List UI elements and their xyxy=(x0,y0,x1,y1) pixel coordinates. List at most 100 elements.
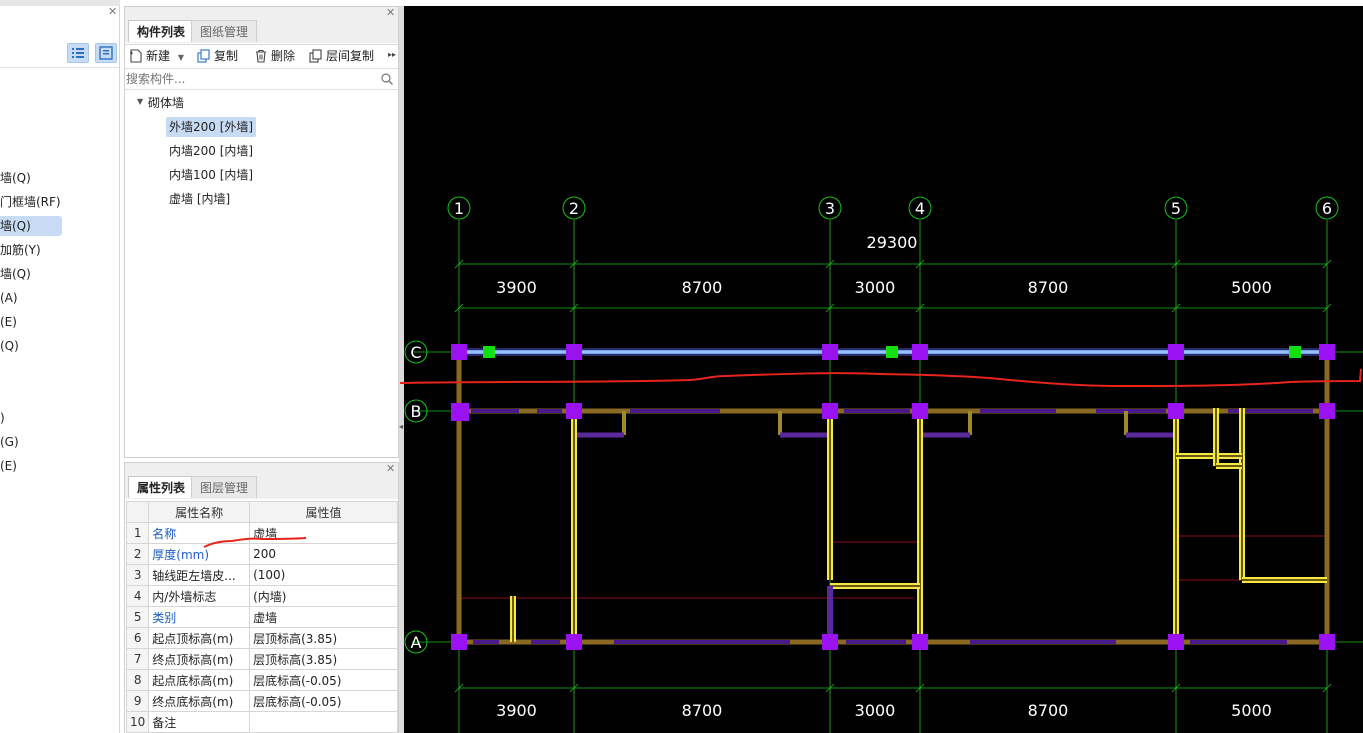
structural-column[interactable] xyxy=(1319,634,1335,650)
property-value-cell[interactable]: (100) xyxy=(249,564,398,586)
exterior-wall-6[interactable] xyxy=(1324,352,1330,642)
structural-column[interactable] xyxy=(451,634,467,650)
property-row[interactable]: 1 名称 虚墙 xyxy=(125,522,398,544)
bay-wall[interactable] xyxy=(968,411,972,435)
tree-expand-icon[interactable]: ▼ xyxy=(137,97,143,106)
property-row[interactable]: 3 轴线距左墙皮... (100) xyxy=(125,564,398,586)
bay-wall[interactable] xyxy=(778,411,782,435)
left-panel-item[interactable]: (G) xyxy=(0,432,25,452)
component-item[interactable]: 内墙200 [内墙] xyxy=(166,141,256,161)
structural-column[interactable] xyxy=(566,403,582,419)
property-value-cell[interactable]: 层顶标高(3.85) xyxy=(249,648,398,670)
bay-wall[interactable] xyxy=(622,411,626,435)
component-item[interactable]: 外墙200 [外墙] xyxy=(166,117,257,137)
property-value-cell[interactable] xyxy=(249,711,398,733)
drawing-canvas[interactable]: 1 2 3 4 5 6 C B A 29300 3900 3900 8700 8700 3000 3000 87… xyxy=(404,6,1363,733)
structural-column[interactable] xyxy=(566,344,582,360)
bay-window[interactable] xyxy=(780,432,830,438)
structural-column[interactable] xyxy=(566,634,582,650)
left-panel-item[interactable]: 墙(Q) xyxy=(0,216,62,236)
component-item[interactable]: 虚墙 [内墙] xyxy=(166,189,233,209)
structural-column[interactable] xyxy=(912,634,928,650)
splitter-collapse-icon[interactable]: ◂ xyxy=(399,422,403,431)
window-on-wall[interactable] xyxy=(630,409,720,413)
structural-column[interactable] xyxy=(451,403,469,421)
toolbar-overflow-icon[interactable]: ▸▸ xyxy=(388,50,396,59)
left-panel-item[interactable]: ) xyxy=(0,408,11,428)
left-panel-item[interactable]: 门框墙(RF) xyxy=(0,192,67,212)
structural-column[interactable] xyxy=(1168,403,1184,419)
property-value-cell[interactable]: 层底标高(-0.05) xyxy=(249,669,398,691)
left-panel-item[interactable]: (E) xyxy=(0,456,23,476)
tab-layer-management[interactable]: 图层管理 xyxy=(191,476,258,498)
structural-column[interactable] xyxy=(1168,344,1184,360)
left-panel-item[interactable]: (Q) xyxy=(0,336,25,356)
tree-root-masonry-wall[interactable]: 砌体墙 xyxy=(145,93,187,113)
property-row[interactable]: 6 起点顶标高(m) 层顶标高(3.85) xyxy=(125,627,398,649)
property-row[interactable]: 8 起点底标高(m) 层底标高(-0.05) xyxy=(125,669,398,691)
bay-window[interactable] xyxy=(920,432,970,438)
grip-point[interactable] xyxy=(1289,346,1301,358)
property-panel-close-icon[interactable]: ✕ xyxy=(386,463,395,474)
window-on-wall[interactable] xyxy=(473,640,499,644)
property-row[interactable]: 2 厚度(mm) 200 xyxy=(125,543,398,565)
property-row[interactable]: 7 终点顶标高(m) 层顶标高(3.85) xyxy=(125,648,398,670)
left-panel-item[interactable]: 加筋(Y) xyxy=(0,240,47,260)
property-value-cell[interactable]: 200 xyxy=(249,543,398,565)
property-row[interactable]: 5 类别 虚墙 xyxy=(125,606,398,628)
new-button[interactable]: 新建 ▼ xyxy=(129,45,184,67)
structural-column[interactable] xyxy=(912,403,928,419)
property-row[interactable]: 4 内/外墙标志 (内墙) xyxy=(125,585,398,607)
door-opening[interactable] xyxy=(827,586,833,642)
exterior-wall-1[interactable] xyxy=(456,352,462,642)
left-panel-item[interactable]: (A) xyxy=(0,288,24,308)
property-value-cell[interactable]: 虚墙 xyxy=(249,606,398,628)
left-panel-item[interactable]: (E) xyxy=(0,312,23,332)
list-view-icon[interactable] xyxy=(67,43,89,63)
component-panel-close-icon[interactable]: ✕ xyxy=(386,7,395,18)
structural-column[interactable] xyxy=(822,634,838,650)
structural-column[interactable] xyxy=(1168,634,1184,650)
copy-button[interactable]: 复制 xyxy=(197,45,238,67)
window-on-wall[interactable] xyxy=(844,409,910,413)
property-value-cell[interactable]: 虚墙 xyxy=(249,522,398,544)
window-on-wall[interactable] xyxy=(980,409,1056,413)
bay-wall[interactable] xyxy=(1124,411,1128,435)
property-row[interactable]: 10 备注 xyxy=(125,711,398,733)
left-panel-close-icon[interactable]: ✕ xyxy=(108,6,117,17)
delete-button[interactable]: 删除 xyxy=(254,45,295,67)
bay-window[interactable] xyxy=(1126,432,1176,438)
tab-component-list[interactable]: 构件列表 xyxy=(128,20,195,42)
bay-window[interactable] xyxy=(574,432,624,438)
window-on-wall[interactable] xyxy=(531,640,560,644)
structural-column[interactable] xyxy=(822,403,838,419)
structural-column[interactable] xyxy=(451,344,467,360)
structural-column[interactable] xyxy=(1319,344,1335,360)
property-value-cell[interactable]: 层顶标高(3.85) xyxy=(249,627,398,649)
property-value-cell[interactable]: 层底标高(-0.05) xyxy=(249,690,398,712)
floor-copy-button[interactable]: 层间复制 xyxy=(309,45,374,67)
component-search-input[interactable] xyxy=(126,70,374,88)
window-on-wall[interactable] xyxy=(471,409,519,413)
window-on-wall[interactable] xyxy=(846,640,906,644)
search-icon[interactable] xyxy=(380,72,394,89)
grip-point[interactable] xyxy=(886,346,898,358)
left-panel-item[interactable]: 墙(Q) xyxy=(0,168,37,188)
component-item[interactable]: 内墙100 [内墙] xyxy=(166,165,256,185)
new-dropdown-icon[interactable]: ▼ xyxy=(178,53,184,62)
grip-point[interactable] xyxy=(483,346,495,358)
structural-column[interactable] xyxy=(912,344,928,360)
structural-column[interactable] xyxy=(822,344,838,360)
property-value-cell[interactable]: (内墙) xyxy=(249,585,398,607)
detail-view-icon[interactable] xyxy=(95,43,117,63)
structural-column[interactable] xyxy=(1319,403,1335,419)
window-on-wall[interactable] xyxy=(1190,640,1287,644)
window-on-wall[interactable] xyxy=(614,640,790,644)
tab-drawing-management[interactable]: 图纸管理 xyxy=(191,20,258,42)
window-on-wall[interactable] xyxy=(1096,409,1166,413)
window-on-wall[interactable] xyxy=(970,640,1116,644)
left-panel-item[interactable]: 墙(Q) xyxy=(0,264,37,284)
tab-property-list[interactable]: 属性列表 xyxy=(128,476,195,498)
window-on-wall[interactable] xyxy=(537,409,562,413)
property-row[interactable]: 9 终点底标高(m) 层底标高(-0.05) xyxy=(125,690,398,712)
